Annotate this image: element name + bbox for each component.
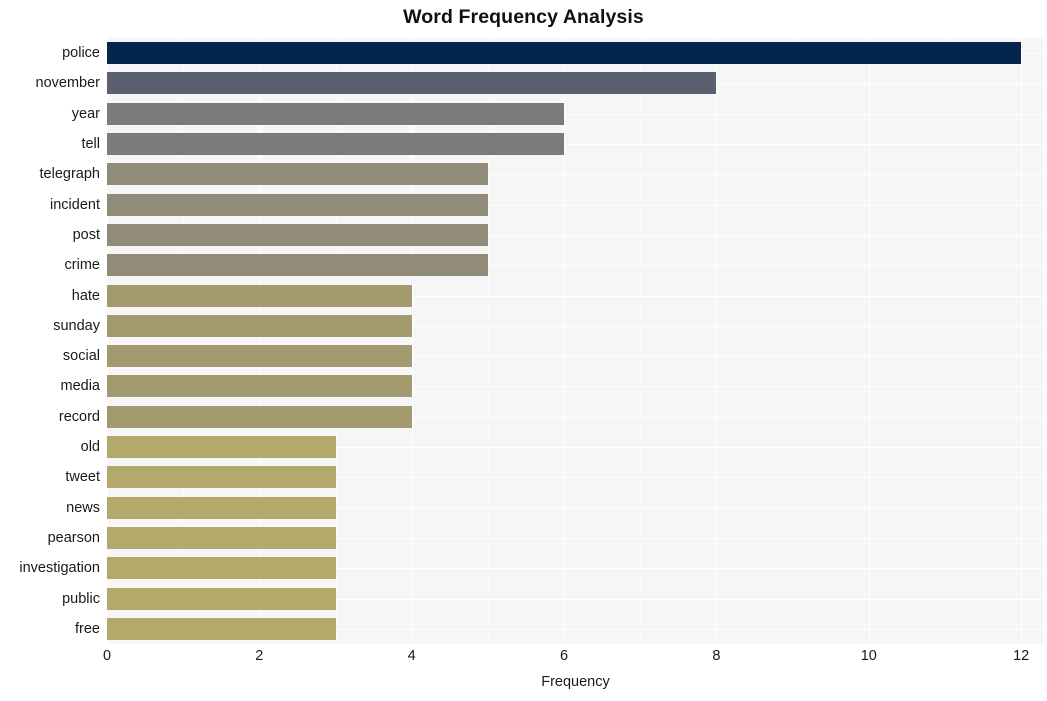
y-axis-tick-label: police <box>62 45 100 62</box>
y-axis-tick-label: crime <box>64 257 100 274</box>
y-axis-tick-label: social <box>62 348 100 365</box>
y-axis-tick-label: incident <box>50 196 100 213</box>
y-axis-tick-label: sunday <box>53 317 100 334</box>
bar <box>107 526 336 549</box>
gridline-vertical-minor <box>792 38 794 644</box>
bar <box>107 587 336 610</box>
y-axis-tick-label: investigation <box>19 560 100 577</box>
y-axis-tick-label: tweet <box>65 469 100 486</box>
bar <box>107 193 488 216</box>
y-axis-tick-label: old <box>80 439 100 456</box>
y-axis-tick-label: hate <box>71 287 100 304</box>
bar <box>107 314 412 337</box>
x-axis-tick-labels: 0 2 4 6 8 10 12 <box>103 648 1044 670</box>
y-axis-tick-label: media <box>60 378 101 395</box>
gridline-vertical-minor <box>944 38 946 644</box>
bar <box>107 223 488 246</box>
bar <box>107 466 336 489</box>
y-axis-tick-label: pearson <box>47 529 100 546</box>
y-axis-tick-label: post <box>72 226 100 243</box>
bar <box>107 133 565 156</box>
y-axis-tick-label: year <box>71 105 100 122</box>
gridline-vertical-minor <box>640 38 642 644</box>
bar <box>107 557 336 580</box>
bar <box>107 102 565 125</box>
bar <box>107 496 336 519</box>
bar <box>107 375 412 398</box>
y-axis-tick-labels: police november year tell telegraph incident p… <box>0 38 100 644</box>
y-axis-tick-label: telegraph <box>39 166 100 183</box>
gridline-vertical <box>564 38 566 644</box>
bar <box>107 254 488 277</box>
gridline-vertical <box>259 38 261 644</box>
x-axis-title: Frequency <box>541 674 610 690</box>
gridline-vertical-minor <box>183 38 185 644</box>
gridline-vertical <box>1021 38 1023 644</box>
bar <box>107 405 412 428</box>
x-axis-tick-label: 0 <box>102 648 112 664</box>
gridline-vertical <box>716 38 718 644</box>
gridline-vertical <box>868 38 870 644</box>
y-axis-tick-label: tell <box>81 136 100 153</box>
bar <box>107 284 412 307</box>
x-axis-tick-label: 10 <box>860 648 877 664</box>
chart-title: Word Frequency Analysis <box>403 6 644 28</box>
x-axis-tick-label: 6 <box>560 648 569 664</box>
x-axis-tick-label: 12 <box>1013 648 1030 664</box>
gridline-vertical <box>107 38 108 644</box>
y-axis-tick-label: record <box>58 408 100 425</box>
x-axis-tick-label: 8 <box>712 648 721 664</box>
y-axis-tick-label: news <box>66 499 100 516</box>
y-axis-tick-label: public <box>62 590 100 607</box>
bar <box>107 345 412 368</box>
bar <box>107 163 488 186</box>
x-axis-tick-label: 2 <box>255 648 264 664</box>
bar <box>107 42 1022 65</box>
chart-figure: Word Frequency Analysis police november ye… <box>0 0 1047 701</box>
gridline-vertical-minor <box>335 38 337 644</box>
gridline-vertical-minor <box>487 38 489 644</box>
x-axis-tick-label: 4 <box>407 648 416 664</box>
bar <box>107 617 336 640</box>
plot-area <box>107 38 1044 644</box>
y-axis-tick-label: november <box>35 75 100 92</box>
y-axis-tick-label: free <box>75 620 100 637</box>
bar <box>107 72 717 95</box>
bar <box>107 436 336 459</box>
gridline-vertical <box>411 38 413 644</box>
